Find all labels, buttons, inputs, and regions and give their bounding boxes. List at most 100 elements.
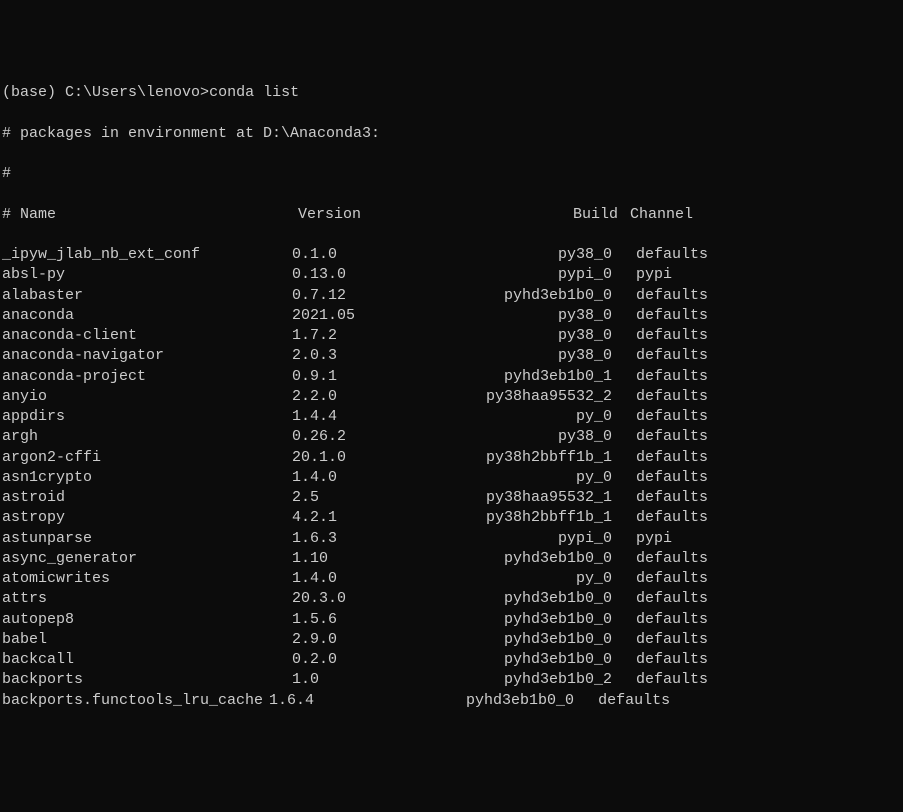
package-build: pyhd3eb1b0_0 (432, 549, 612, 569)
package-version: 4.2.1 (292, 508, 432, 528)
package-channel: defaults (612, 346, 708, 366)
package-channel: defaults (612, 367, 708, 387)
package-name: anaconda-navigator (2, 346, 292, 366)
package-row: astroid2.5py38haa95532_1defaults (2, 488, 901, 508)
package-name: asn1crypto (2, 468, 292, 488)
package-name: astropy (2, 508, 292, 528)
package-row: backports.functools_lru_cache1.6.4pyhd3e… (2, 691, 901, 711)
package-row: backports1.0pyhd3eb1b0_2defaults (2, 670, 901, 690)
package-build: py38h2bbff1b_1 (432, 448, 612, 468)
package-build: pyhd3eb1b0_0 (314, 691, 574, 711)
package-build: pyhd3eb1b0_0 (432, 610, 612, 630)
package-row: backcall0.2.0pyhd3eb1b0_0defaults (2, 650, 901, 670)
prompt-command[interactable]: conda list (209, 84, 299, 101)
package-build: py38_0 (432, 306, 612, 326)
package-build: py38_0 (432, 245, 612, 265)
env-comment: # packages in environment at D:\Anaconda… (2, 124, 901, 144)
package-version: 1.4.4 (292, 407, 432, 427)
package-build: py38haa95532_1 (432, 488, 612, 508)
package-row: astunparse1.6.3pypi_0pypi (2, 529, 901, 549)
package-name: argon2-cffi (2, 448, 292, 468)
package-name: anyio (2, 387, 292, 407)
package-version: 0.9.1 (292, 367, 432, 387)
package-channel: defaults (612, 508, 708, 528)
package-version: 2.5 (292, 488, 432, 508)
package-channel: defaults (612, 326, 708, 346)
package-channel: pypi (612, 529, 672, 549)
header-channel: Channel (618, 205, 693, 225)
package-version: 2.0.3 (292, 346, 432, 366)
blank-comment: # (2, 164, 901, 184)
prompt-line: (base) C:\Users\lenovo>conda list (2, 83, 901, 103)
package-build: py38h2bbff1b_1 (432, 508, 612, 528)
package-build: pyhd3eb1b0_2 (432, 670, 612, 690)
package-build: pyhd3eb1b0_1 (432, 367, 612, 387)
header-version: Version (298, 205, 438, 225)
package-version: 0.13.0 (292, 265, 432, 285)
package-version: 20.3.0 (292, 589, 432, 609)
package-channel: defaults (612, 407, 708, 427)
package-channel: defaults (612, 670, 708, 690)
package-channel: defaults (612, 488, 708, 508)
package-build: pypi_0 (432, 265, 612, 285)
package-name: appdirs (2, 407, 292, 427)
package-name: absl-py (2, 265, 292, 285)
package-channel: defaults (612, 569, 708, 589)
package-channel: defaults (612, 245, 708, 265)
header-prefix: # (2, 206, 11, 223)
package-version: 1.0 (292, 670, 432, 690)
package-channel: defaults (612, 468, 708, 488)
package-version: 1.6.3 (292, 529, 432, 549)
package-row: attrs20.3.0pyhd3eb1b0_0defaults (2, 589, 901, 609)
package-channel: defaults (612, 549, 708, 569)
package-row: _ipyw_jlab_nb_ext_conf0.1.0py38_0default… (2, 245, 901, 265)
package-name: backports.functools_lru_cache (2, 691, 269, 711)
package-build: py38_0 (432, 427, 612, 447)
package-row: anaconda2021.05py38_0defaults (2, 306, 901, 326)
package-row: appdirs1.4.4py_0defaults (2, 407, 901, 427)
package-name: babel (2, 630, 292, 650)
package-row: atomicwrites1.4.0py_0defaults (2, 569, 901, 589)
package-version: 1.4.0 (292, 468, 432, 488)
package-channel: defaults (612, 650, 708, 670)
package-build: py38_0 (432, 326, 612, 346)
package-name: async_generator (2, 549, 292, 569)
package-row: anaconda-project0.9.1pyhd3eb1b0_1default… (2, 367, 901, 387)
package-version: 1.7.2 (292, 326, 432, 346)
package-build: pyhd3eb1b0_0 (432, 650, 612, 670)
package-build: py_0 (432, 569, 612, 589)
package-version: 2.2.0 (292, 387, 432, 407)
package-row: anaconda-navigator2.0.3py38_0defaults (2, 346, 901, 366)
package-name: atomicwrites (2, 569, 292, 589)
header-row: # NameVersionBuildChannel (2, 205, 901, 225)
package-channel: pypi (612, 265, 672, 285)
package-row: anaconda-client1.7.2py38_0defaults (2, 326, 901, 346)
package-row: astropy4.2.1py38h2bbff1b_1defaults (2, 508, 901, 528)
package-channel: defaults (612, 589, 708, 609)
package-build: pypi_0 (432, 529, 612, 549)
package-row: autopep81.5.6pyhd3eb1b0_0defaults (2, 610, 901, 630)
package-row: argon2-cffi20.1.0py38h2bbff1b_1defaults (2, 448, 901, 468)
package-row: anyio2.2.0py38haa95532_2defaults (2, 387, 901, 407)
header-name: Name (20, 205, 298, 225)
package-version: 2.9.0 (292, 630, 432, 650)
prompt-path: C:\Users\lenovo> (65, 84, 209, 101)
package-version: 20.1.0 (292, 448, 432, 468)
package-version: 0.26.2 (292, 427, 432, 447)
package-build: pyhd3eb1b0_0 (432, 589, 612, 609)
prompt-env: (base) (2, 84, 56, 101)
package-name: backcall (2, 650, 292, 670)
package-version: 0.1.0 (292, 245, 432, 265)
package-build: py_0 (432, 407, 612, 427)
package-channel: defaults (612, 306, 708, 326)
package-channel: defaults (574, 691, 670, 711)
package-row: async_generator1.10pyhd3eb1b0_0defaults (2, 549, 901, 569)
package-name: anaconda-project (2, 367, 292, 387)
package-row: absl-py0.13.0pypi_0pypi (2, 265, 901, 285)
package-name: autopep8 (2, 610, 292, 630)
package-row: alabaster0.7.12pyhd3eb1b0_0defaults (2, 286, 901, 306)
package-version: 1.4.0 (292, 569, 432, 589)
package-name: anaconda (2, 306, 292, 326)
package-name: argh (2, 427, 292, 447)
package-channel: defaults (612, 448, 708, 468)
